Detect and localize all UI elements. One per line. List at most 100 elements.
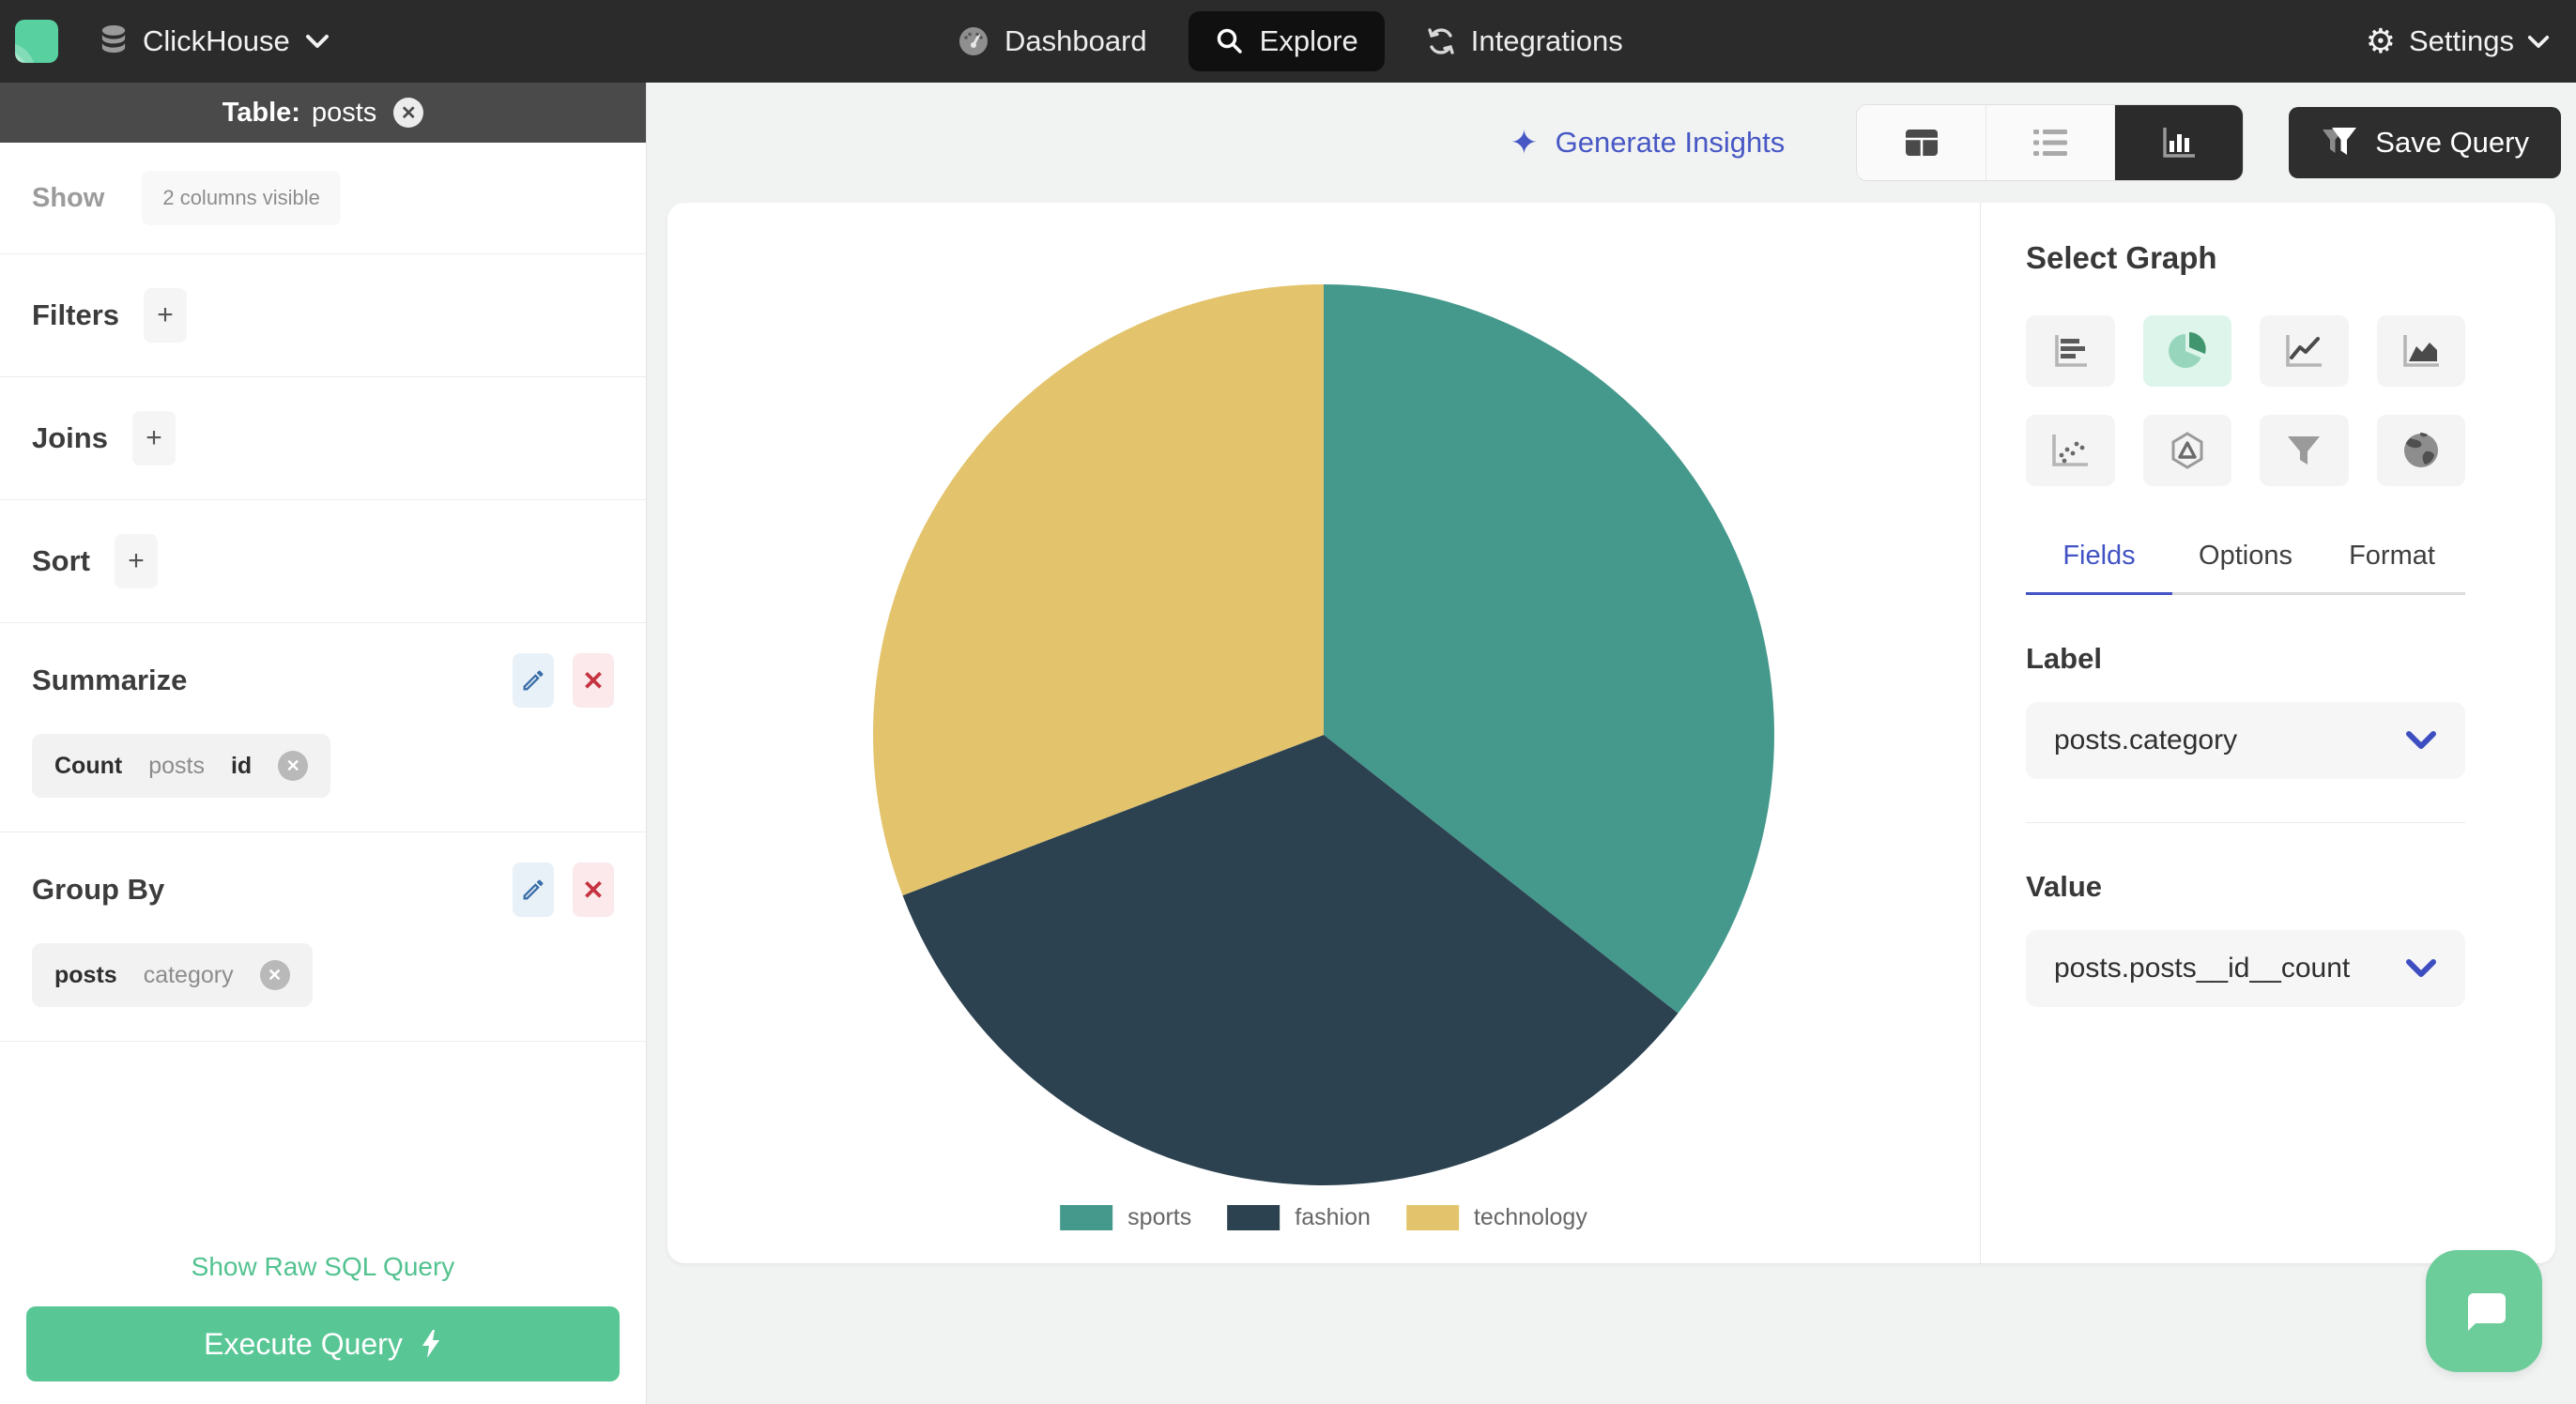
remove-table-button[interactable]: ✕ — [393, 98, 424, 128]
generate-insights-label: Generate Insights — [1555, 126, 1786, 159]
legend-label: technology — [1473, 1204, 1587, 1230]
list-view-icon — [2032, 128, 2069, 158]
label-select-value: posts.category — [2054, 725, 2238, 755]
joins-section: Joins + — [0, 376, 646, 499]
pie-chart — [872, 283, 1775, 1186]
nav-item-integrations[interactable]: Integrations — [1426, 24, 1623, 58]
show-row: Show 2 columns visible — [0, 143, 646, 253]
graph-type-line[interactable] — [2260, 315, 2349, 387]
nav-item-explore[interactable]: Explore — [1188, 11, 1385, 71]
nav-item-dashboard[interactable]: Dashboard — [958, 24, 1147, 58]
graph-type-map[interactable] — [2376, 415, 2465, 486]
add-join-button[interactable]: + — [131, 411, 176, 465]
tab-format[interactable]: Format — [2319, 541, 2465, 595]
app-logo[interactable] — [15, 20, 58, 63]
edit-summarize-button[interactable] — [513, 653, 554, 708]
summarize-title: Summarize — [32, 664, 188, 696]
table-view-icon — [1904, 128, 1940, 158]
legend-item-sports[interactable]: sports — [1060, 1204, 1191, 1231]
view-table-button[interactable] — [1857, 105, 1986, 180]
sparkle-icon: ✦ — [1510, 123, 1539, 161]
remove-summarize-button[interactable]: ✕ — [573, 653, 614, 708]
tab-fields[interactable]: Fields — [2026, 541, 2172, 595]
chevron-down-icon — [2527, 35, 2550, 49]
graph-type-scatter[interactable] — [2026, 415, 2115, 486]
table-label: Table: — [222, 97, 300, 128]
chart-card: sports fashion technology Select Graph F… — [667, 203, 2555, 1263]
chat-widget-button[interactable] — [2426, 1250, 2542, 1372]
gauge-icon — [958, 25, 989, 57]
settings-menu[interactable]: ⚙ Settings — [2366, 0, 2550, 83]
tab-options[interactable]: Options — [2172, 541, 2319, 595]
chevron-down-icon — [2405, 958, 2437, 979]
bar-graph-icon — [2051, 333, 2089, 369]
aggregate-function: Count — [54, 752, 123, 779]
group-by-chip: posts category ✕ — [32, 943, 313, 1007]
gear-icon: ⚙ — [2365, 22, 2396, 60]
view-chart-button[interactable] — [2114, 105, 2244, 180]
sort-section: Sort + — [0, 499, 646, 622]
graph-type-funnel[interactable] — [2260, 415, 2349, 486]
chat-bubble-icon — [2455, 1282, 2513, 1340]
execute-query-button[interactable]: Execute Query — [26, 1306, 620, 1381]
nav-item-label: Dashboard — [1004, 24, 1147, 57]
group-by-section: Group By ✕ posts category ✕ — [0, 832, 646, 1041]
remove-aggregate-button[interactable]: ✕ — [278, 751, 309, 781]
aggregate-table: posts — [148, 752, 205, 779]
legend-item-fashion[interactable]: fashion — [1227, 1204, 1371, 1231]
generate-insights-button[interactable]: ✦ Generate Insights — [1510, 123, 1785, 162]
database-selector[interactable]: ClickHouse — [100, 24, 330, 58]
label-heading: Label — [2026, 642, 2102, 675]
sidebar-divider — [0, 1041, 646, 1050]
group-by-column: category — [143, 961, 234, 988]
legend-swatch — [1227, 1205, 1280, 1230]
table-name: posts — [311, 97, 377, 128]
save-query-label: Save Query — [2375, 126, 2529, 159]
nav-center: Dashboard Explore Integrations — [958, 0, 1623, 83]
chevron-down-icon — [305, 34, 330, 49]
execute-query-label: Execute Query — [204, 1326, 403, 1361]
nav-item-label: Explore — [1259, 24, 1358, 57]
chart-area: sports fashion technology — [667, 203, 1980, 1263]
value-select-value: posts.posts__id__count — [2054, 953, 2351, 984]
graph-type-radar[interactable] — [2142, 415, 2231, 486]
value-select[interactable]: posts.posts__id__count — [2026, 930, 2465, 1007]
show-raw-sql-link[interactable]: Show Raw SQL Query — [26, 1252, 620, 1282]
legend-label: sports — [1127, 1204, 1192, 1230]
remove-group-by-chip-button[interactable]: ✕ — [259, 960, 290, 990]
chart-toolbar: ✦ Generate Insights Save Query — [647, 103, 2561, 182]
group-by-title: Group By — [32, 873, 165, 906]
label-select[interactable]: posts.category — [2026, 702, 2465, 779]
database-icon — [100, 25, 128, 57]
legend-swatch — [1405, 1205, 1459, 1230]
view-list-button[interactable] — [1986, 105, 2115, 180]
nav-item-label: Integrations — [1470, 24, 1623, 57]
chart-legend: sports fashion technology — [1060, 1204, 1587, 1231]
add-filter-button[interactable]: + — [144, 288, 188, 343]
pencil-icon — [520, 877, 546, 903]
search-icon — [1215, 26, 1245, 56]
edit-group-by-button[interactable] — [513, 862, 554, 917]
remove-group-by-button[interactable]: ✕ — [573, 862, 614, 917]
graph-type-pie[interactable] — [2142, 315, 2231, 387]
value-heading: Value — [2026, 870, 2102, 903]
save-query-button[interactable]: Save Query — [2289, 107, 2561, 178]
summarize-section: Summarize ✕ Count posts id ✕ — [0, 622, 646, 832]
joins-label: Joins — [32, 421, 108, 454]
panel-divider — [2026, 822, 2465, 823]
add-sort-button[interactable]: + — [115, 534, 158, 588]
bar-chart-view-icon — [2161, 126, 2197, 160]
legend-swatch — [1060, 1205, 1113, 1230]
sidebar-footer: Show Raw SQL Query Execute Query — [0, 1237, 646, 1404]
graph-type-area[interactable] — [2376, 315, 2465, 387]
main-content: ✦ Generate Insights Save Query sports fa… — [647, 83, 2576, 1404]
group-by-table: posts — [54, 961, 117, 988]
settings-label: Settings — [2408, 24, 2514, 57]
legend-item-technology[interactable]: technology — [1405, 1204, 1587, 1231]
graph-type-bar[interactable] — [2026, 315, 2115, 387]
columns-visible-chip[interactable]: 2 columns visible — [142, 171, 341, 225]
chevron-down-icon — [2405, 730, 2437, 751]
filters-section: Filters + — [0, 253, 646, 376]
graph-type-grid — [2026, 315, 2465, 486]
lightning-icon — [420, 1329, 442, 1359]
